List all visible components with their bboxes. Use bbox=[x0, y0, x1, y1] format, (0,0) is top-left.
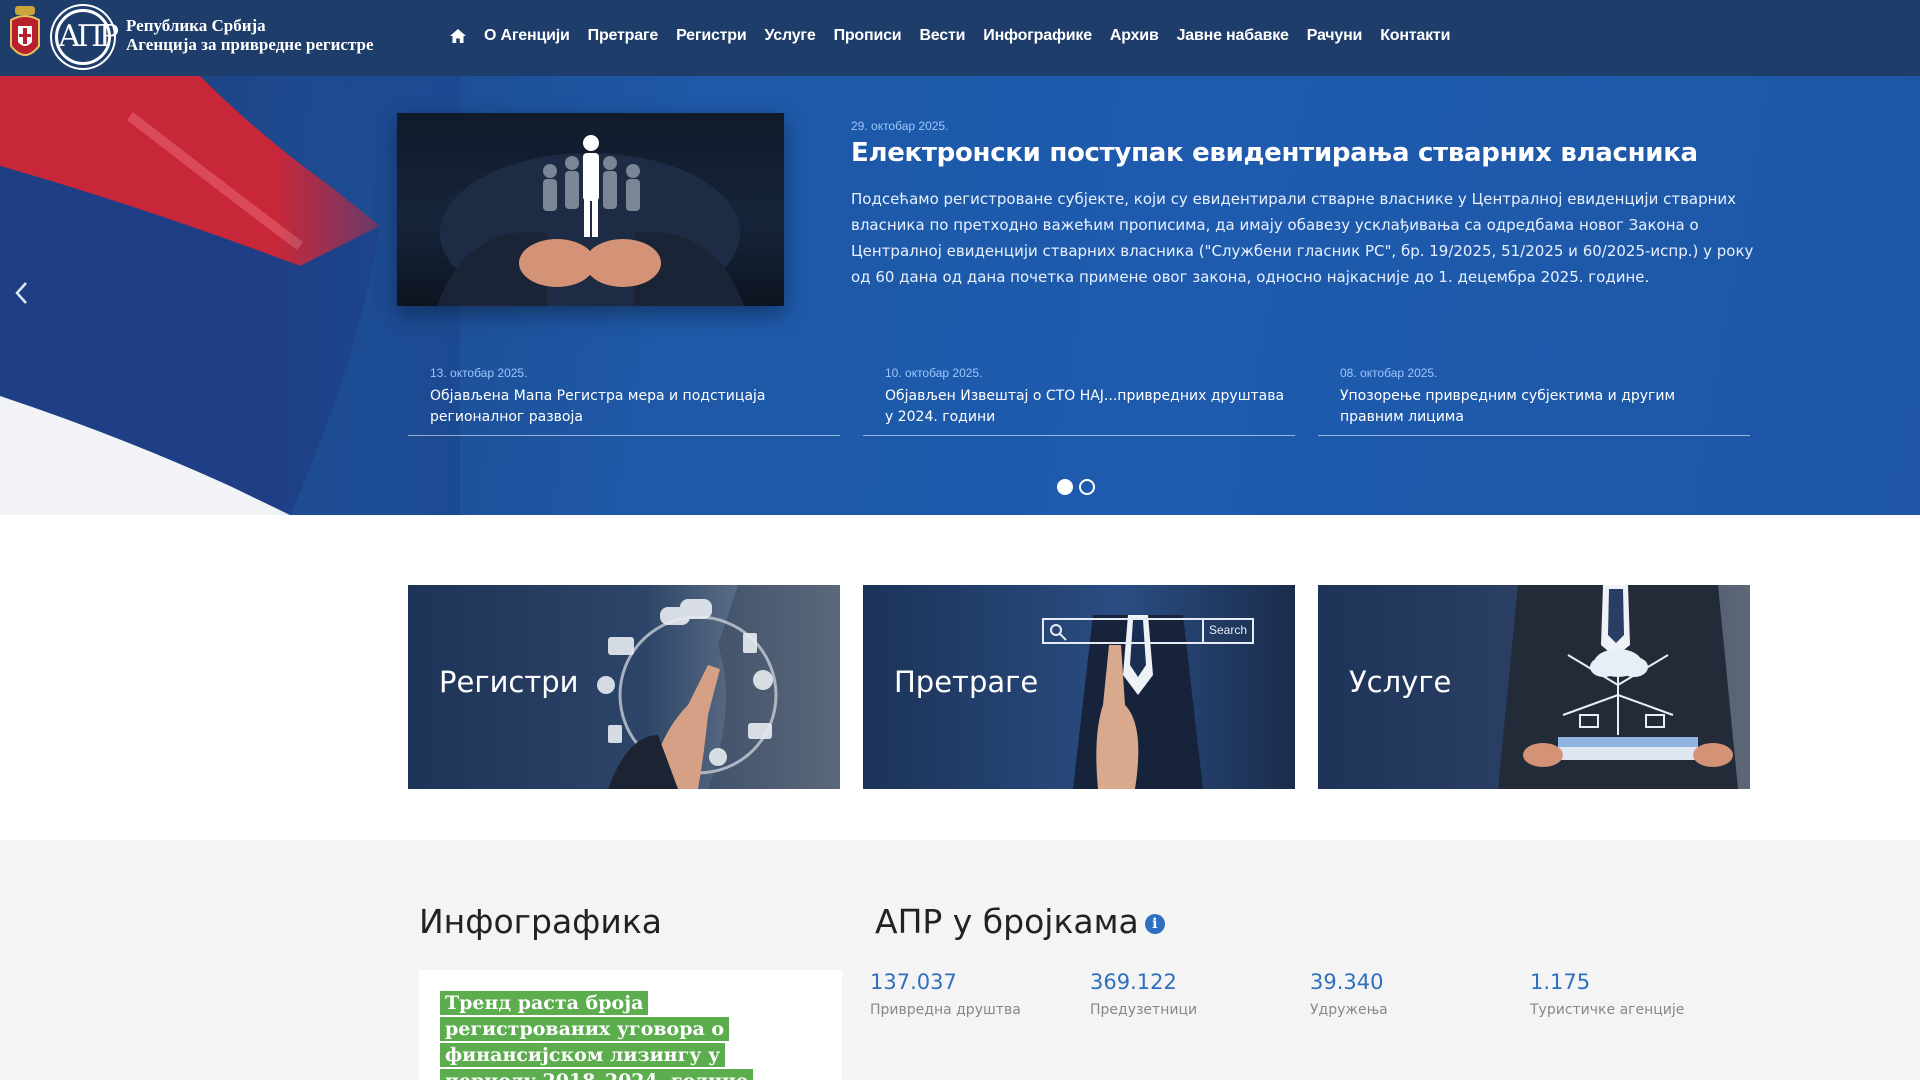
nav-item-contacts[interactable]: Контакти bbox=[1380, 27, 1450, 45]
news-date: 13. октобар 2025. bbox=[430, 366, 528, 380]
stat-value: 369.122 bbox=[1090, 970, 1177, 994]
search-graphic-text: Search bbox=[1208, 623, 1248, 637]
feature-news-image[interactable] bbox=[397, 113, 784, 306]
news-item[interactable]: 10. октобар 2025. Објављен Извештај о СТ… bbox=[863, 366, 1295, 436]
nav-item-infographics[interactable]: Инфографике bbox=[983, 27, 1092, 45]
stat-value: 39.340 bbox=[1310, 970, 1384, 994]
nav-item-accounts[interactable]: Рачуни bbox=[1307, 27, 1363, 45]
stat-label: Удружења bbox=[1310, 1002, 1388, 1018]
infographic-headline: Тренд раста броја регистрованих уговора … bbox=[440, 990, 780, 1080]
nav-item-regulations[interactable]: Прописи bbox=[834, 27, 902, 45]
home-icon[interactable] bbox=[450, 29, 466, 43]
org-name-line1: Република Србија bbox=[126, 16, 266, 35]
nav-item-services[interactable]: Услуге bbox=[765, 27, 816, 45]
nav-item-registers[interactable]: Регистри bbox=[676, 27, 747, 45]
serbian-flag-image bbox=[0, 76, 460, 515]
tile-label: Услуге bbox=[1349, 665, 1452, 699]
carousel-dot-2[interactable] bbox=[1079, 479, 1095, 495]
nav-item-procurement[interactable]: Јавне набавке bbox=[1177, 27, 1289, 45]
news-item[interactable]: 13. октобар 2025. Објављена Мапа Регистр… bbox=[408, 366, 840, 436]
nav-item-news[interactable]: Вести bbox=[919, 27, 965, 45]
nav-item-searches[interactable]: Претраге bbox=[588, 27, 659, 45]
logo-text: АПР bbox=[58, 12, 119, 62]
apr-logo[interactable]: АПР bbox=[52, 6, 119, 68]
business-hands-image bbox=[437, 135, 744, 306]
news-date: 10. октобар 2025. bbox=[885, 366, 983, 380]
tile-registers[interactable]: Регистри bbox=[408, 585, 840, 789]
organization-name[interactable]: Република Србија Агенција за привредне р… bbox=[126, 16, 374, 54]
tile-label: Регистри bbox=[439, 665, 579, 699]
hero-carousel: 29. октобар 2025. Електронски поступак е… bbox=[0, 76, 1920, 515]
stat-label: Туристичке агенције bbox=[1530, 1002, 1685, 1018]
info-icon[interactable]: i bbox=[1144, 913, 1165, 934]
tile-services[interactable]: Услуге bbox=[1318, 585, 1750, 789]
stats-title-text: АПР у бројкама bbox=[875, 902, 1139, 941]
news-date: 08. октобар 2025. bbox=[1340, 366, 1438, 380]
feature-news-text: Подсећамо регистроване субјекте, који су… bbox=[851, 190, 1754, 286]
nav-item-archive[interactable]: Архив bbox=[1110, 27, 1159, 45]
infographic-card[interactable]: Тренд раста броја регистрованих уговора … bbox=[419, 970, 842, 1080]
tile-searches[interactable]: Претраге Search bbox=[863, 585, 1295, 789]
bottom-section bbox=[0, 840, 1920, 1080]
stats-section-title: АПР у бројкама i bbox=[875, 902, 1165, 941]
carousel-dot-1[interactable] bbox=[1057, 479, 1073, 495]
stat-item: 39.340 Удружења bbox=[1310, 970, 1510, 1018]
main-nav: О Агенцији Претраге Регистри Услуге Проп… bbox=[450, 0, 1468, 72]
feature-news-date: 29. октобар 2025. bbox=[851, 119, 949, 133]
stat-item: 1.175 Туристичке агенције bbox=[1530, 970, 1730, 1018]
tile-label: Претраге bbox=[894, 665, 1039, 699]
feature-news-title[interactable]: Електронски поступак евидентирања стварн… bbox=[851, 138, 1751, 168]
news-title[interactable]: Упозорење привредним субјектима и другим… bbox=[1340, 386, 1740, 428]
nav-item-about[interactable]: О Агенцији bbox=[484, 27, 570, 45]
site-header: АПР Република Србија Агенција за привред… bbox=[0, 0, 1920, 76]
carousel-pagination bbox=[1057, 479, 1101, 495]
stat-value: 1.175 bbox=[1530, 970, 1591, 994]
news-title[interactable]: Објављена Мапа Регистра мера и подстицај… bbox=[430, 386, 830, 428]
stat-item: 369.122 Предузетници bbox=[1090, 970, 1290, 1018]
news-item[interactable]: 08. октобар 2025. Упозорење привредним с… bbox=[1318, 366, 1750, 436]
news-title[interactable]: Објављен Извештај о СТО НАЈ...привредних… bbox=[885, 386, 1285, 428]
stat-label: Привредна друштва bbox=[870, 1002, 1021, 1018]
infographic-section-title: Инфографика bbox=[419, 902, 662, 941]
coat-of-arms-icon bbox=[10, 6, 40, 56]
carousel-prev-icon[interactable] bbox=[14, 281, 30, 305]
stat-value: 137.037 bbox=[870, 970, 957, 994]
stat-item: 137.037 Привредна друштва bbox=[870, 970, 1070, 1018]
stat-label: Предузетници bbox=[1090, 1002, 1198, 1018]
org-name-line2: Агенција за привредне регистре bbox=[126, 35, 374, 54]
